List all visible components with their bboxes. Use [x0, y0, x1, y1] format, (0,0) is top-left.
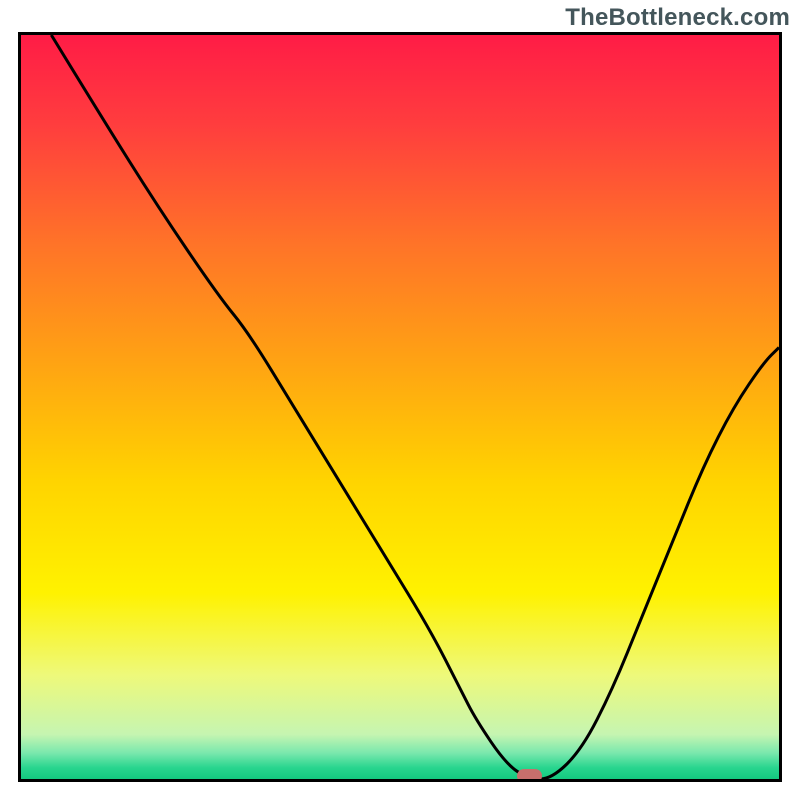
- optimum-marker: [517, 769, 542, 782]
- plot-area: [18, 32, 782, 782]
- gradient-backdrop: [21, 35, 779, 779]
- watermark-text: TheBottleneck.com: [565, 4, 790, 32]
- chart-container: TheBottleneck.com: [0, 0, 800, 800]
- chart-svg: [21, 35, 779, 779]
